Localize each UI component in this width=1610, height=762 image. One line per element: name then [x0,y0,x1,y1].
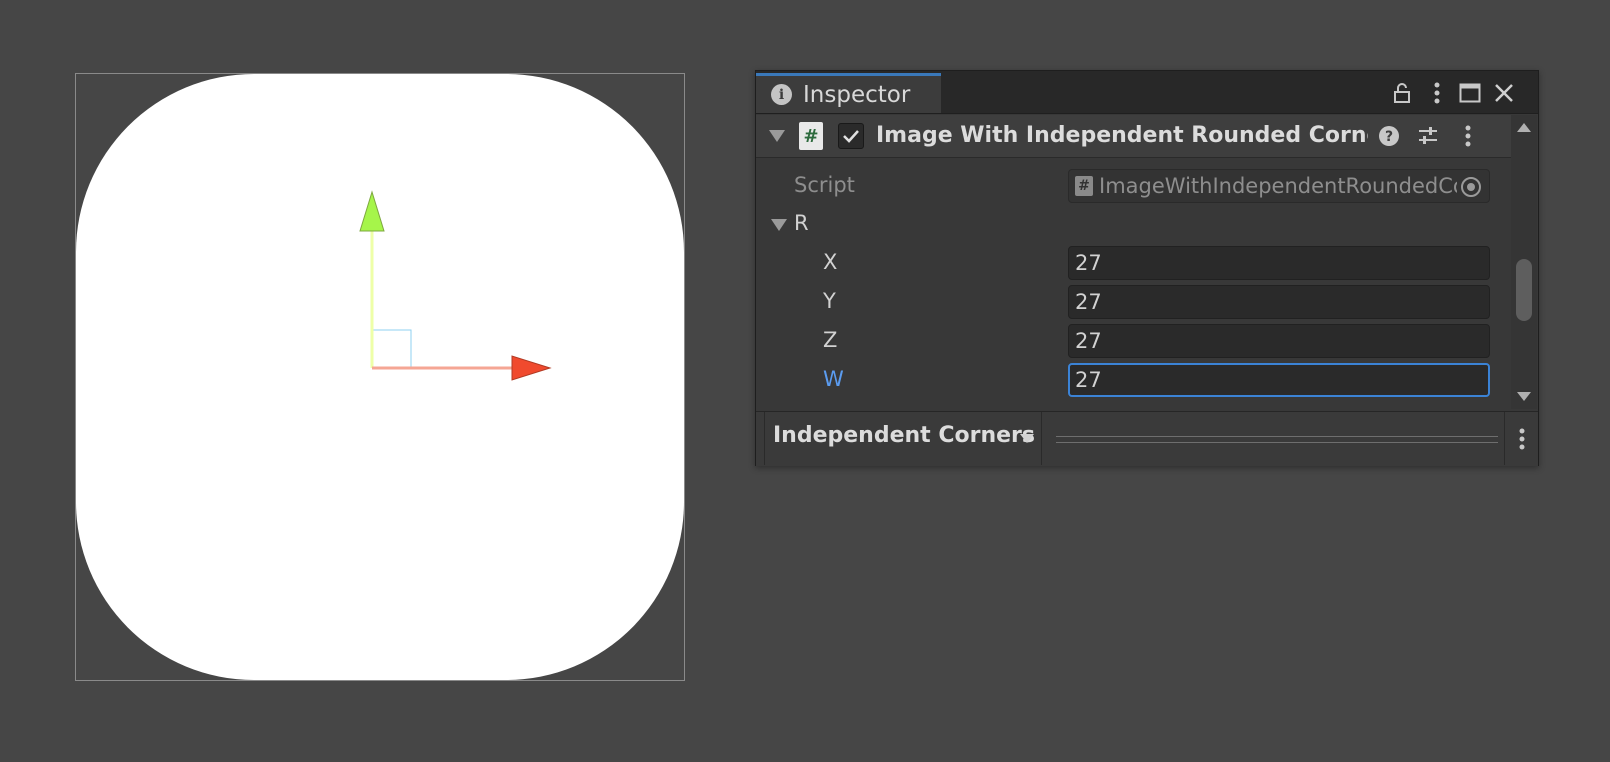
object-picker-icon[interactable] [1461,177,1481,197]
scroll-down-icon[interactable] [1517,392,1531,401]
y-axis-arrow[interactable] [359,190,385,232]
checkmark-icon [843,130,859,143]
inspector-window: i Inspector # Image With Independent Rou… [755,70,1539,466]
inspector-bottom-bar: Independent Corners [756,411,1538,466]
scroll-thumb[interactable] [1516,259,1532,321]
move-gizmo[interactable] [76,74,686,682]
kebab-menu-icon[interactable] [1424,80,1450,106]
scene-view[interactable] [75,73,685,681]
r-foldout-arrow-icon[interactable] [771,219,787,231]
bottom-menu-icon[interactable] [1504,412,1539,465]
r-foldout-label[interactable]: R [794,211,809,235]
script-hash-icon: # [1075,176,1093,196]
x-axis-arrow[interactable] [511,355,552,381]
script-field[interactable]: # ImageWithIndependentRoundedCorners [1068,169,1490,203]
x-label: X [823,250,838,274]
component-title: Image With Independent Rounded Corners ( [876,123,1368,148]
svg-text:?: ? [1385,129,1393,145]
tab-inspector-label: Inspector [803,81,911,108]
inspector-tab-bar: i Inspector [756,71,1538,114]
w-field[interactable]: 27 [1068,363,1490,397]
y-field[interactable]: 27 [1068,285,1490,319]
inspector-scrollbar[interactable] [1511,115,1537,409]
component-header[interactable]: # Image With Independent Rounded Corners… [756,115,1511,158]
y-label: Y [823,289,836,313]
scroll-up-icon[interactable] [1517,123,1531,132]
tab-inspector[interactable]: i Inspector [756,73,941,113]
help-icon[interactable]: ? [1376,123,1402,149]
script-label: Script [794,173,855,197]
script-field-value: ImageWithIndependentRoundedCorners [1099,174,1457,198]
info-icon: i [771,84,792,105]
resize-drag-handle[interactable] [1056,436,1498,443]
w-label: W [823,367,844,391]
component-enabled-checkbox[interactable] [838,123,864,149]
corners-mode-label: Independent Corners [773,423,1035,448]
component-menu-icon[interactable] [1455,123,1481,149]
corners-mode-dropdown[interactable]: Independent Corners [764,412,1042,465]
maximize-icon[interactable] [1457,80,1483,106]
lock-icon[interactable] [1389,80,1415,106]
xy-plane-handle[interactable] [372,329,412,369]
presets-icon[interactable] [1415,123,1441,149]
x-field[interactable]: 27 [1068,246,1490,280]
close-icon[interactable] [1491,80,1517,106]
collapse-arrow-icon[interactable] [769,130,785,142]
dropdown-arrow-icon [1020,434,1034,443]
z-label: Z [823,328,838,352]
script-hash-icon: # [799,122,823,150]
z-field[interactable]: 27 [1068,324,1490,358]
